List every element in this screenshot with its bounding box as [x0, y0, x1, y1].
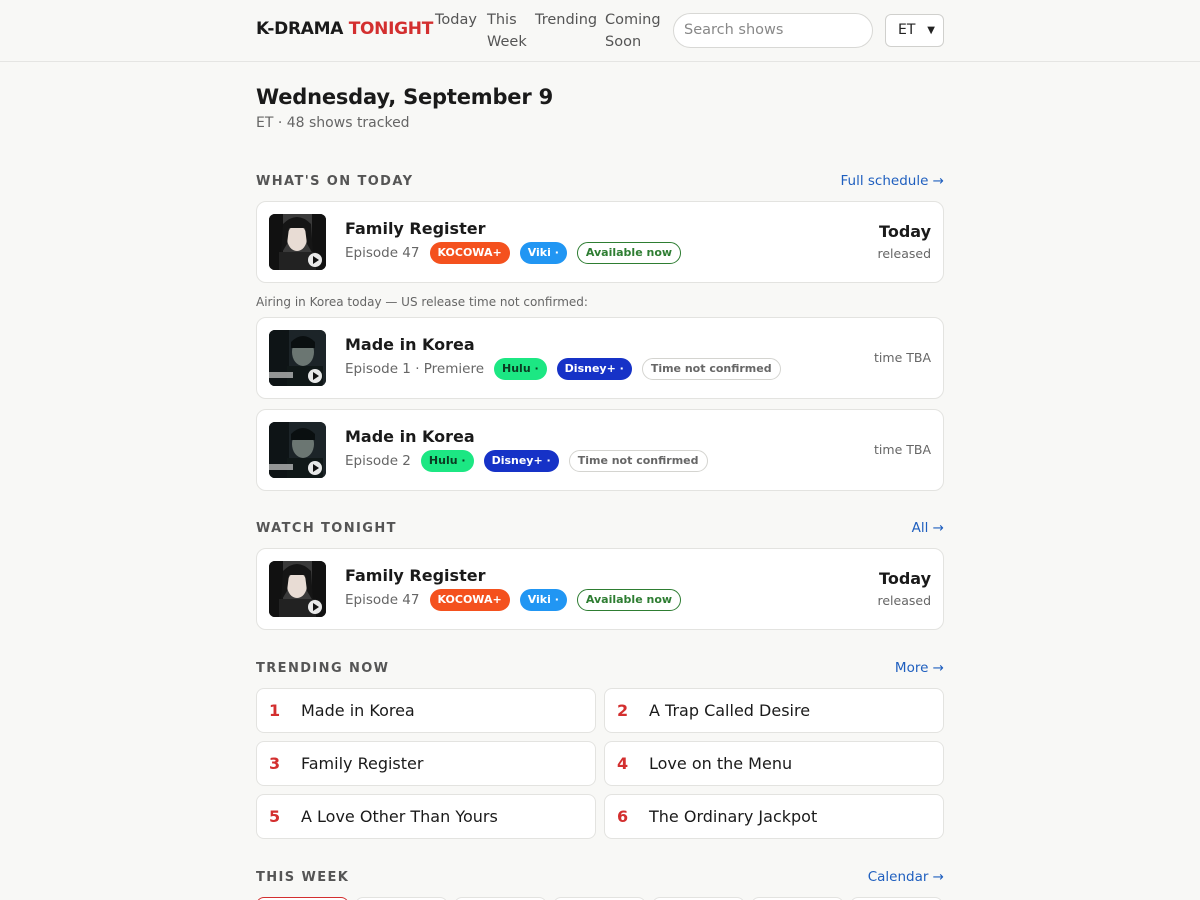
airing-note: Airing in Korea today — US release time … — [256, 295, 588, 309]
section-title-week: THIS WEEK — [256, 869, 350, 885]
timezone-select[interactable]: ET ▼ — [885, 14, 944, 47]
show-meta: Episode 1 · Premiere Hulu · Disney+ · Ti… — [345, 358, 781, 380]
trending-title: Love on the Menu — [649, 754, 793, 773]
chevron-down-icon: ▼ — [927, 25, 935, 36]
release-time: time TBA — [874, 442, 931, 457]
nav-coming-soon[interactable]: Coming Soon — [605, 9, 661, 53]
trending-item[interactable]: 1 Made in Korea — [256, 688, 596, 733]
platform-badge-disney[interactable]: Disney+ · — [483, 450, 559, 472]
show-thumbnail — [269, 422, 326, 478]
trending-title: The Ordinary Jackpot — [649, 807, 818, 826]
trending-rank: 6 — [617, 807, 629, 826]
episode-label: Episode 47 — [345, 592, 420, 608]
trending-title: Made in Korea — [301, 701, 415, 720]
trending-rank: 1 — [269, 701, 281, 720]
platform-badge-hulu[interactable]: Hulu · — [494, 358, 547, 380]
play-icon[interactable] — [308, 461, 322, 475]
top-bar: K-DRAMA TONIGHT Today This Week Trending… — [0, 0, 1200, 62]
all-link[interactable]: All → — [912, 520, 944, 536]
trending-rank: 3 — [269, 754, 281, 773]
nav-trending[interactable]: Trending — [535, 9, 597, 53]
show-title: Made in Korea — [345, 335, 475, 354]
platform-badge-viki[interactable]: Viki · — [519, 589, 567, 611]
show-title: Made in Korea — [345, 427, 475, 446]
section-title-trending: TRENDING NOW — [256, 660, 390, 676]
show-meta: Episode 2 Hulu · Disney+ · Time not conf… — [345, 450, 708, 472]
status-badge: Available now — [576, 589, 682, 611]
trending-rank: 5 — [269, 807, 281, 826]
show-card[interactable]: Family Register Episode 47 KOCOWA+ Viki … — [256, 201, 944, 283]
trending-item[interactable]: 4 Love on the Menu — [604, 741, 944, 786]
platform-badge-viki[interactable]: Viki · — [519, 242, 567, 264]
show-meta: Episode 47 KOCOWA+ Viki · Available now — [345, 242, 682, 264]
nav-today[interactable]: Today — [435, 9, 477, 53]
release-status: released — [877, 246, 931, 261]
release-status: released — [877, 593, 931, 608]
play-icon[interactable] — [308, 369, 322, 383]
show-meta: Episode 47 KOCOWA+ Viki · Available now — [345, 589, 682, 611]
today-section-header: WHAT'S ON TODAY Full schedule → — [256, 173, 944, 189]
week-section-header: THIS WEEK Calendar → — [256, 869, 944, 885]
trending-rank: 4 — [617, 754, 629, 773]
play-icon[interactable] — [308, 600, 322, 614]
site-logo[interactable]: K-DRAMA TONIGHT — [256, 19, 433, 39]
page-title: Wednesday, September 9 — [256, 85, 554, 109]
show-title: Family Register — [345, 566, 486, 585]
trending-item[interactable]: 3 Family Register — [256, 741, 596, 786]
trending-item[interactable]: 5 A Love Other Than Yours — [256, 794, 596, 839]
platform-badge-disney[interactable]: Disney+ · — [556, 358, 632, 380]
logo-text: K-DRAMA — [256, 19, 344, 39]
trending-rank: 2 — [617, 701, 629, 720]
section-title-today: WHAT'S ON TODAY — [256, 173, 414, 189]
show-card[interactable]: Made in Korea Episode 2 Hulu · Disney+ ·… — [256, 409, 944, 491]
release-day: Today — [879, 569, 931, 588]
show-thumbnail — [269, 330, 326, 386]
more-link[interactable]: More → — [895, 660, 944, 676]
show-title: Family Register — [345, 219, 486, 238]
status-badge: Time not confirmed — [641, 358, 781, 380]
full-schedule-link[interactable]: Full schedule → — [841, 173, 944, 189]
logo-accent-text: TONIGHT — [348, 19, 434, 39]
show-card[interactable]: Family Register Episode 47 KOCOWA+ Viki … — [256, 548, 944, 630]
episode-label: Episode 1 · Premiere — [345, 361, 485, 377]
trending-section-header: TRENDING NOW More → — [256, 660, 944, 676]
calendar-link[interactable]: Calendar → — [868, 869, 944, 885]
status-badge: Time not confirmed — [568, 450, 708, 472]
show-card[interactable]: Made in Korea Episode 1 · Premiere Hulu … — [256, 317, 944, 399]
episode-label: Episode 47 — [345, 245, 420, 261]
status-badge: Available now — [576, 242, 682, 264]
main-nav: Today This Week Trending Coming Soon — [435, 9, 661, 53]
main-content: Wednesday, September 9 ET · 48 shows tra… — [256, 84, 944, 900]
page-subtitle: ET · 48 shows tracked — [256, 115, 410, 131]
show-thumbnail — [269, 214, 326, 270]
release-day: Today — [879, 222, 931, 241]
trending-title: A Trap Called Desire — [649, 701, 811, 720]
play-icon[interactable] — [308, 253, 322, 267]
release-time: time TBA — [874, 350, 931, 365]
platform-badge-kocowa[interactable]: KOCOWA+ — [429, 589, 510, 611]
platform-badge-hulu[interactable]: Hulu · — [420, 450, 474, 472]
episode-label: Episode 2 — [345, 453, 411, 469]
platform-badge-kocowa[interactable]: KOCOWA+ — [429, 242, 510, 264]
section-title-tonight: WATCH TONIGHT — [256, 520, 397, 536]
trending-title: A Love Other Than Yours — [301, 807, 498, 826]
trending-item[interactable]: 2 A Trap Called Desire — [604, 688, 944, 733]
trending-list: 1 Made in Korea 2 A Trap Called Desire 3 Fa… — [256, 688, 944, 839]
trending-title: Family Register — [301, 754, 424, 773]
show-thumbnail — [269, 561, 326, 617]
tonight-section-header: WATCH TONIGHT All → — [256, 520, 944, 536]
search-input[interactable]: Search shows — [673, 13, 873, 48]
timezone-value: ET — [898, 22, 916, 38]
nav-this-week[interactable]: This Week — [487, 9, 527, 53]
trending-item[interactable]: 6 The Ordinary Jackpot — [604, 794, 944, 839]
